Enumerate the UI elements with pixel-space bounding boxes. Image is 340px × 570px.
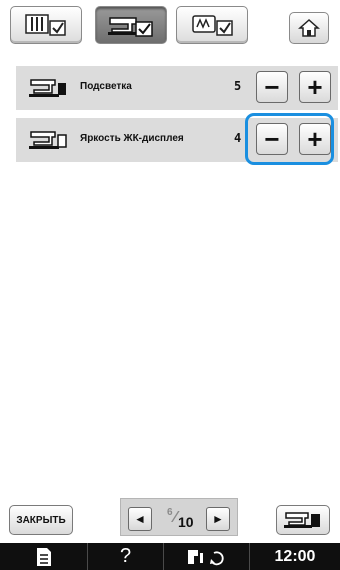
tab-general-settings[interactable] <box>10 6 82 44</box>
minus-icon: − <box>264 72 280 102</box>
clock: 12:00 <box>274 547 316 565</box>
page-current: 6 <box>167 507 173 518</box>
sewing-machine-settings-icon <box>108 17 153 37</box>
document-icon <box>36 547 51 566</box>
setting-row-backlight: Подсветка 5 − + <box>16 66 338 110</box>
tab-embroidery-settings[interactable] <box>176 6 248 44</box>
page-total: 10 <box>178 514 194 530</box>
increase-button[interactable]: + <box>299 71 331 103</box>
presser-foot-icon <box>187 549 224 565</box>
home-icon <box>298 18 320 37</box>
decrease-button[interactable]: − <box>256 71 288 103</box>
lcd-brightness-icon <box>26 126 70 154</box>
machine-mode-button[interactable] <box>276 505 330 535</box>
presser-foot-status[interactable] <box>164 543 250 570</box>
setting-value: 4 <box>234 131 242 145</box>
next-page-button[interactable]: ► <box>206 507 230 531</box>
selection-highlight <box>245 113 334 165</box>
sewing-machine-icon <box>284 512 320 528</box>
help-button[interactable]: ? <box>88 543 164 570</box>
help-icon: ? <box>119 545 132 567</box>
page-navigator: ◄ 6 ⁄ 10 ► <box>120 498 238 536</box>
close-button[interactable]: ЗАКРЫТЬ <box>9 505 73 535</box>
tab-sewing-settings[interactable] <box>95 6 167 44</box>
arrow-right-icon: ► <box>212 512 224 526</box>
page-indicator: 6 ⁄ 10 <box>161 507 199 531</box>
manual-button[interactable] <box>0 543 88 570</box>
page-separator: ⁄ <box>174 509 177 526</box>
sewing-light-icon <box>26 74 70 102</box>
setting-value: 5 <box>234 79 242 93</box>
embroidery-settings-icon <box>192 15 233 36</box>
arrow-left-icon: ◄ <box>134 512 146 526</box>
setting-label: Яркость ЖК-дисплея <box>80 133 184 144</box>
setting-label: Подсветка <box>80 81 132 92</box>
plus-icon: + <box>307 72 323 102</box>
top-tab-bar <box>0 0 340 52</box>
general-settings-icon <box>25 14 66 36</box>
prev-page-button[interactable]: ◄ <box>128 507 152 531</box>
home-button[interactable] <box>289 12 329 44</box>
status-bar: ? 12:00 <box>0 543 340 570</box>
